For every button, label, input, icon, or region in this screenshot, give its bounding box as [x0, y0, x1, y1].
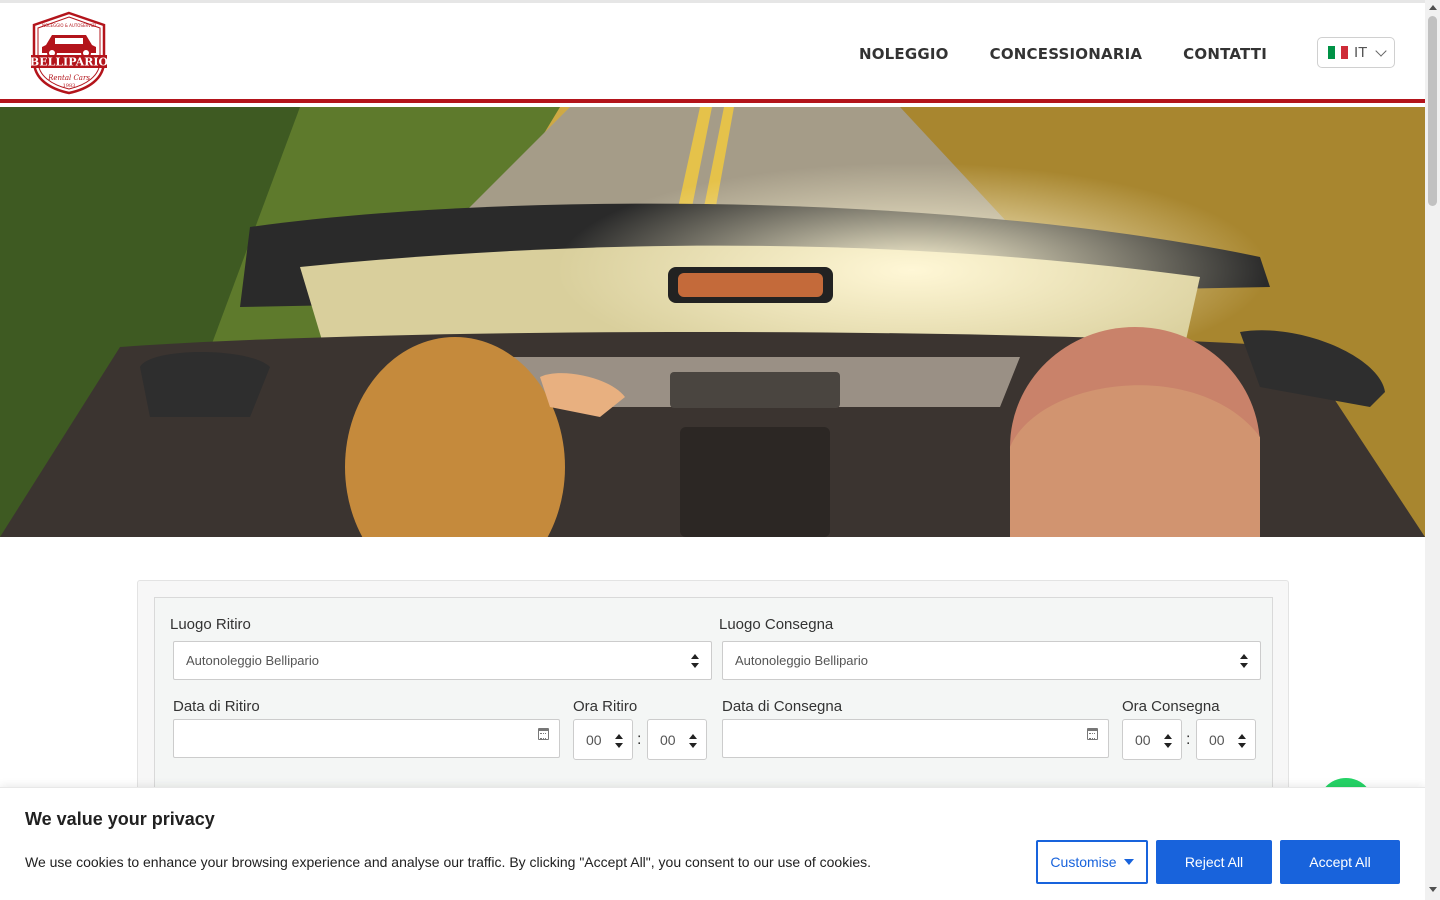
- page-scrollbar[interactable]: [1425, 0, 1440, 900]
- time-separator: :: [637, 731, 642, 748]
- calendar-icon: [1087, 728, 1098, 740]
- time-separator: :: [1186, 731, 1191, 748]
- return-hour-select[interactable]: 00: [1122, 719, 1182, 760]
- bellipario-logo[interactable]: NOLEGGIO & AUTOSERVIZI BELLIPARIO Rental…: [28, 11, 110, 95]
- customise-label: Customise: [1050, 854, 1117, 870]
- pickup-date-label: Data di Ritiro: [173, 698, 260, 715]
- chevron-down-icon: [1375, 44, 1388, 57]
- nav-contatti[interactable]: CONTATTI: [1183, 45, 1267, 63]
- return-minute-select[interactable]: 00: [1196, 719, 1256, 760]
- return-hour-value: 00: [1135, 731, 1151, 748]
- pickup-location-select[interactable]: Autonoleggio Bellipario: [173, 641, 712, 680]
- site-header: NOLEGGIO & AUTOSERVIZI BELLIPARIO Rental…: [0, 3, 1425, 103]
- pickup-minute-value: 00: [660, 731, 676, 748]
- scroll-up-icon[interactable]: [1429, 5, 1437, 10]
- accept-all-button[interactable]: Accept All: [1280, 840, 1400, 884]
- cookie-title: We value your privacy: [25, 809, 215, 829]
- cookie-banner: We value your privacy We use cookies to …: [0, 787, 1425, 900]
- booking-form: Luogo Ritiro Autonoleggio Bellipario Luo…: [154, 597, 1273, 817]
- select-arrows-icon: [1164, 734, 1172, 748]
- return-location-select[interactable]: Autonoleggio Bellipario: [722, 641, 1261, 680]
- pickup-date-input[interactable]: [173, 719, 560, 758]
- booking-panel: Luogo Ritiro Autonoleggio Bellipario Luo…: [137, 580, 1289, 817]
- select-arrows-icon: [691, 654, 699, 668]
- scrollbar-thumb[interactable]: [1428, 16, 1437, 206]
- nav-concessionaria[interactable]: CONCESSIONARIA: [990, 45, 1143, 63]
- select-arrows-icon: [1240, 654, 1248, 668]
- pickup-time-label: Ora Ritiro: [573, 698, 638, 715]
- language-selector[interactable]: IT: [1317, 37, 1395, 68]
- convertible-road-photo-icon: [0, 107, 1425, 537]
- return-date-label: Data di Consegna: [722, 698, 843, 715]
- logo-year-text: 1983: [63, 83, 76, 89]
- pickup-location-label: Luogo Ritiro: [170, 616, 251, 633]
- reject-all-button[interactable]: Reject All: [1156, 840, 1272, 884]
- pickup-hour-select[interactable]: 00: [573, 719, 633, 760]
- return-minute-value: 00: [1209, 731, 1225, 748]
- italy-flag-icon: [1328, 46, 1349, 59]
- return-time-label: Ora Consegna: [1122, 698, 1220, 715]
- pickup-minute-select[interactable]: 00: [647, 719, 707, 760]
- scroll-down-icon[interactable]: [1429, 887, 1437, 892]
- logo-top-text: NOLEGGIO & AUTOSERVIZI: [42, 23, 96, 28]
- logo-brand-text: BELLIPARIO: [30, 56, 109, 69]
- pickup-hour-value: 00: [586, 731, 602, 748]
- cookie-text: We use cookies to enhance your browsing …: [25, 854, 871, 870]
- hero-image: [0, 107, 1425, 537]
- return-location-value: Autonoleggio Bellipario: [735, 653, 868, 668]
- calendar-icon: [538, 728, 549, 740]
- select-arrows-icon: [1238, 734, 1246, 748]
- select-arrows-icon: [689, 734, 697, 748]
- nav-noleggio[interactable]: NOLEGGIO: [859, 45, 949, 63]
- caret-down-icon: [1123, 859, 1134, 865]
- language-code: IT: [1354, 44, 1368, 61]
- logo-script-text: Rental Cars: [47, 74, 90, 82]
- main-nav: NOLEGGIO CONCESSIONARIA CONTATTI: [859, 45, 1267, 63]
- return-location-label: Luogo Consegna: [719, 616, 834, 633]
- select-arrows-icon: [615, 734, 623, 748]
- pickup-location-value: Autonoleggio Bellipario: [186, 653, 319, 668]
- return-date-input[interactable]: [722, 719, 1109, 758]
- customise-button[interactable]: Customise: [1036, 840, 1148, 884]
